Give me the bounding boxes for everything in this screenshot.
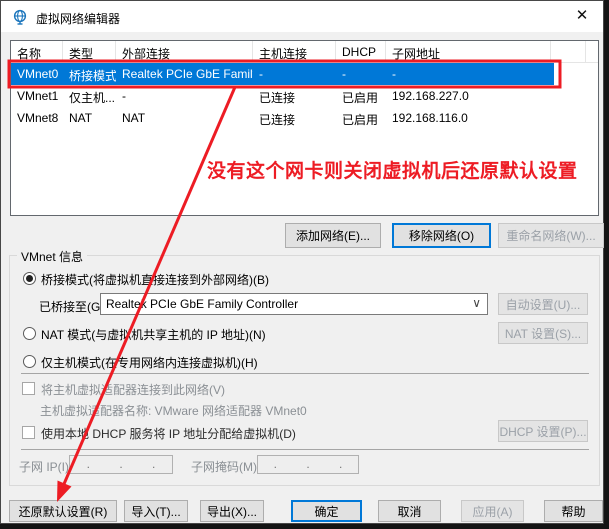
nat-settings-button: NAT 设置(S)... <box>498 322 588 344</box>
bridged-to-value: Realtek PCIe GbE Family Controller <box>106 297 298 311</box>
help-button[interactable]: 帮助 <box>544 500 603 522</box>
column-header-spacer <box>586 41 598 62</box>
column-header-dhcp[interactable]: DHCP <box>336 41 386 62</box>
cell-external: - <box>116 85 253 107</box>
bridged-to-select[interactable]: Realtek PCIe GbE Family Controller ∨ <box>100 293 488 315</box>
cell-subnet: 192.168.227.0 <box>386 85 551 107</box>
cancel-button[interactable]: 取消 <box>378 500 441 522</box>
cell-dhcp: - <box>336 63 386 85</box>
cell-host: 已连接 <box>253 85 336 107</box>
cell-external: Realtek PCIe GbE Family Co... <box>116 63 253 85</box>
column-header-spacer <box>551 41 586 62</box>
cell-subnet: 192.168.116.0 <box>386 107 551 129</box>
cell-name: VMnet0 <box>11 63 63 85</box>
column-header-external[interactable]: 外部连接 <box>116 41 253 62</box>
add-network-button[interactable]: 添加网络(E)... <box>285 223 381 248</box>
subnet-ip-field: . . . <box>69 455 173 474</box>
annotation-note: 没有这个网卡则关闭虚拟机后还原默认设置 <box>207 156 578 183</box>
vmnet-info-group-label: VMnet 信息 <box>17 248 87 265</box>
import-button[interactable]: 导入(T)... <box>124 500 188 522</box>
column-header-subnet[interactable]: 子网地址 <box>386 41 551 62</box>
restore-defaults-button[interactable]: 还原默认设置(R) <box>9 500 117 522</box>
column-header-type[interactable]: 类型 <box>63 41 116 62</box>
ok-button[interactable]: 确定 <box>291 500 362 522</box>
window-title: 虚拟网络编辑器 <box>36 10 120 27</box>
apply-button: 应用(A) <box>461 500 524 522</box>
cell-type: 桥接模式 <box>63 63 116 85</box>
nat-mode-label[interactable]: NAT 模式(与虚拟机共享主机的 IP 地址)(N) <box>41 326 266 343</box>
divider <box>21 373 589 374</box>
subnet-mask-field: . . . <box>257 455 359 474</box>
network-list: 名称 类型 外部连接 主机连接 DHCP 子网地址 VMnet0 桥接模式 Re… <box>10 40 599 216</box>
cell-type: NAT <box>63 107 116 129</box>
subnet-ip-label: 子网 IP(I): <box>19 458 72 475</box>
table-row-vmnet0[interactable]: VMnet0 桥接模式 Realtek PCIe GbE Family Co..… <box>11 63 554 85</box>
globe-network-icon <box>12 9 28 25</box>
network-list-header: 名称 类型 外部连接 主机连接 DHCP 子网地址 <box>11 41 598 63</box>
cell-name: VMnet1 <box>11 85 63 107</box>
cell-name: VMnet8 <box>11 107 63 129</box>
table-row-vmnet8[interactable]: VMnet8 NAT NAT 已连接 已启用 192.168.116.0 <box>11 107 598 129</box>
remove-network-button[interactable]: 移除网络(O) <box>392 223 491 248</box>
dhcp-settings-button: DHCP 设置(P)... <box>498 420 588 442</box>
bridged-to-label: 已桥接至(G): <box>39 298 108 315</box>
auto-settings-button: 自动设置(U)... <box>498 293 588 315</box>
connect-adapter-checkbox <box>22 382 35 395</box>
local-dhcp-checkbox <box>22 426 35 439</box>
rename-network-button: 重命名网络(W)... <box>498 223 604 248</box>
cell-external: NAT <box>116 107 253 129</box>
bridged-mode-radio[interactable] <box>23 272 36 285</box>
bridged-mode-label[interactable]: 桥接模式(将虚拟机直接连接到外部网络)(B) <box>41 271 269 288</box>
export-button[interactable]: 导出(X)... <box>200 500 264 522</box>
close-icon[interactable]: ✕ <box>567 3 597 29</box>
column-header-name[interactable]: 名称 <box>11 41 63 62</box>
local-dhcp-label: 使用本地 DHCP 服务将 IP 地址分配给虚拟机(D) <box>41 425 296 442</box>
column-header-host[interactable]: 主机连接 <box>253 41 336 62</box>
adapter-name-text: 主机虚拟适配器名称: VMware 网络适配器 VMnet0 <box>40 402 307 419</box>
table-row-vmnet1[interactable]: VMnet1 仅主机... - 已连接 已启用 192.168.227.0 <box>11 85 598 107</box>
title-bar: 虚拟网络编辑器 ✕ <box>1 1 603 32</box>
cell-type: 仅主机... <box>63 85 116 107</box>
chevron-down-icon: ∨ <box>472 296 481 310</box>
divider <box>21 449 589 450</box>
subnet-mask-label: 子网掩码(M): <box>191 458 260 475</box>
cell-dhcp: 已启用 <box>336 85 386 107</box>
hostonly-mode-label[interactable]: 仅主机模式(在专用网络内连接虚拟机)(H) <box>41 354 258 371</box>
connect-adapter-label: 将主机虚拟适配器连接到此网络(V) <box>41 381 225 398</box>
cell-subnet: - <box>386 63 551 85</box>
hostonly-mode-radio[interactable] <box>23 355 36 368</box>
cell-dhcp: 已启用 <box>336 107 386 129</box>
virtual-network-editor-window: 虚拟网络编辑器 ✕ 名称 类型 外部连接 主机连接 DHCP 子网地址 VMne… <box>0 0 604 524</box>
cell-host: - <box>253 63 336 85</box>
cell-host: 已连接 <box>253 107 336 129</box>
nat-mode-radio[interactable] <box>23 327 36 340</box>
screen: 虚拟网络编辑器 ✕ 名称 类型 外部连接 主机连接 DHCP 子网地址 VMne… <box>0 0 609 529</box>
